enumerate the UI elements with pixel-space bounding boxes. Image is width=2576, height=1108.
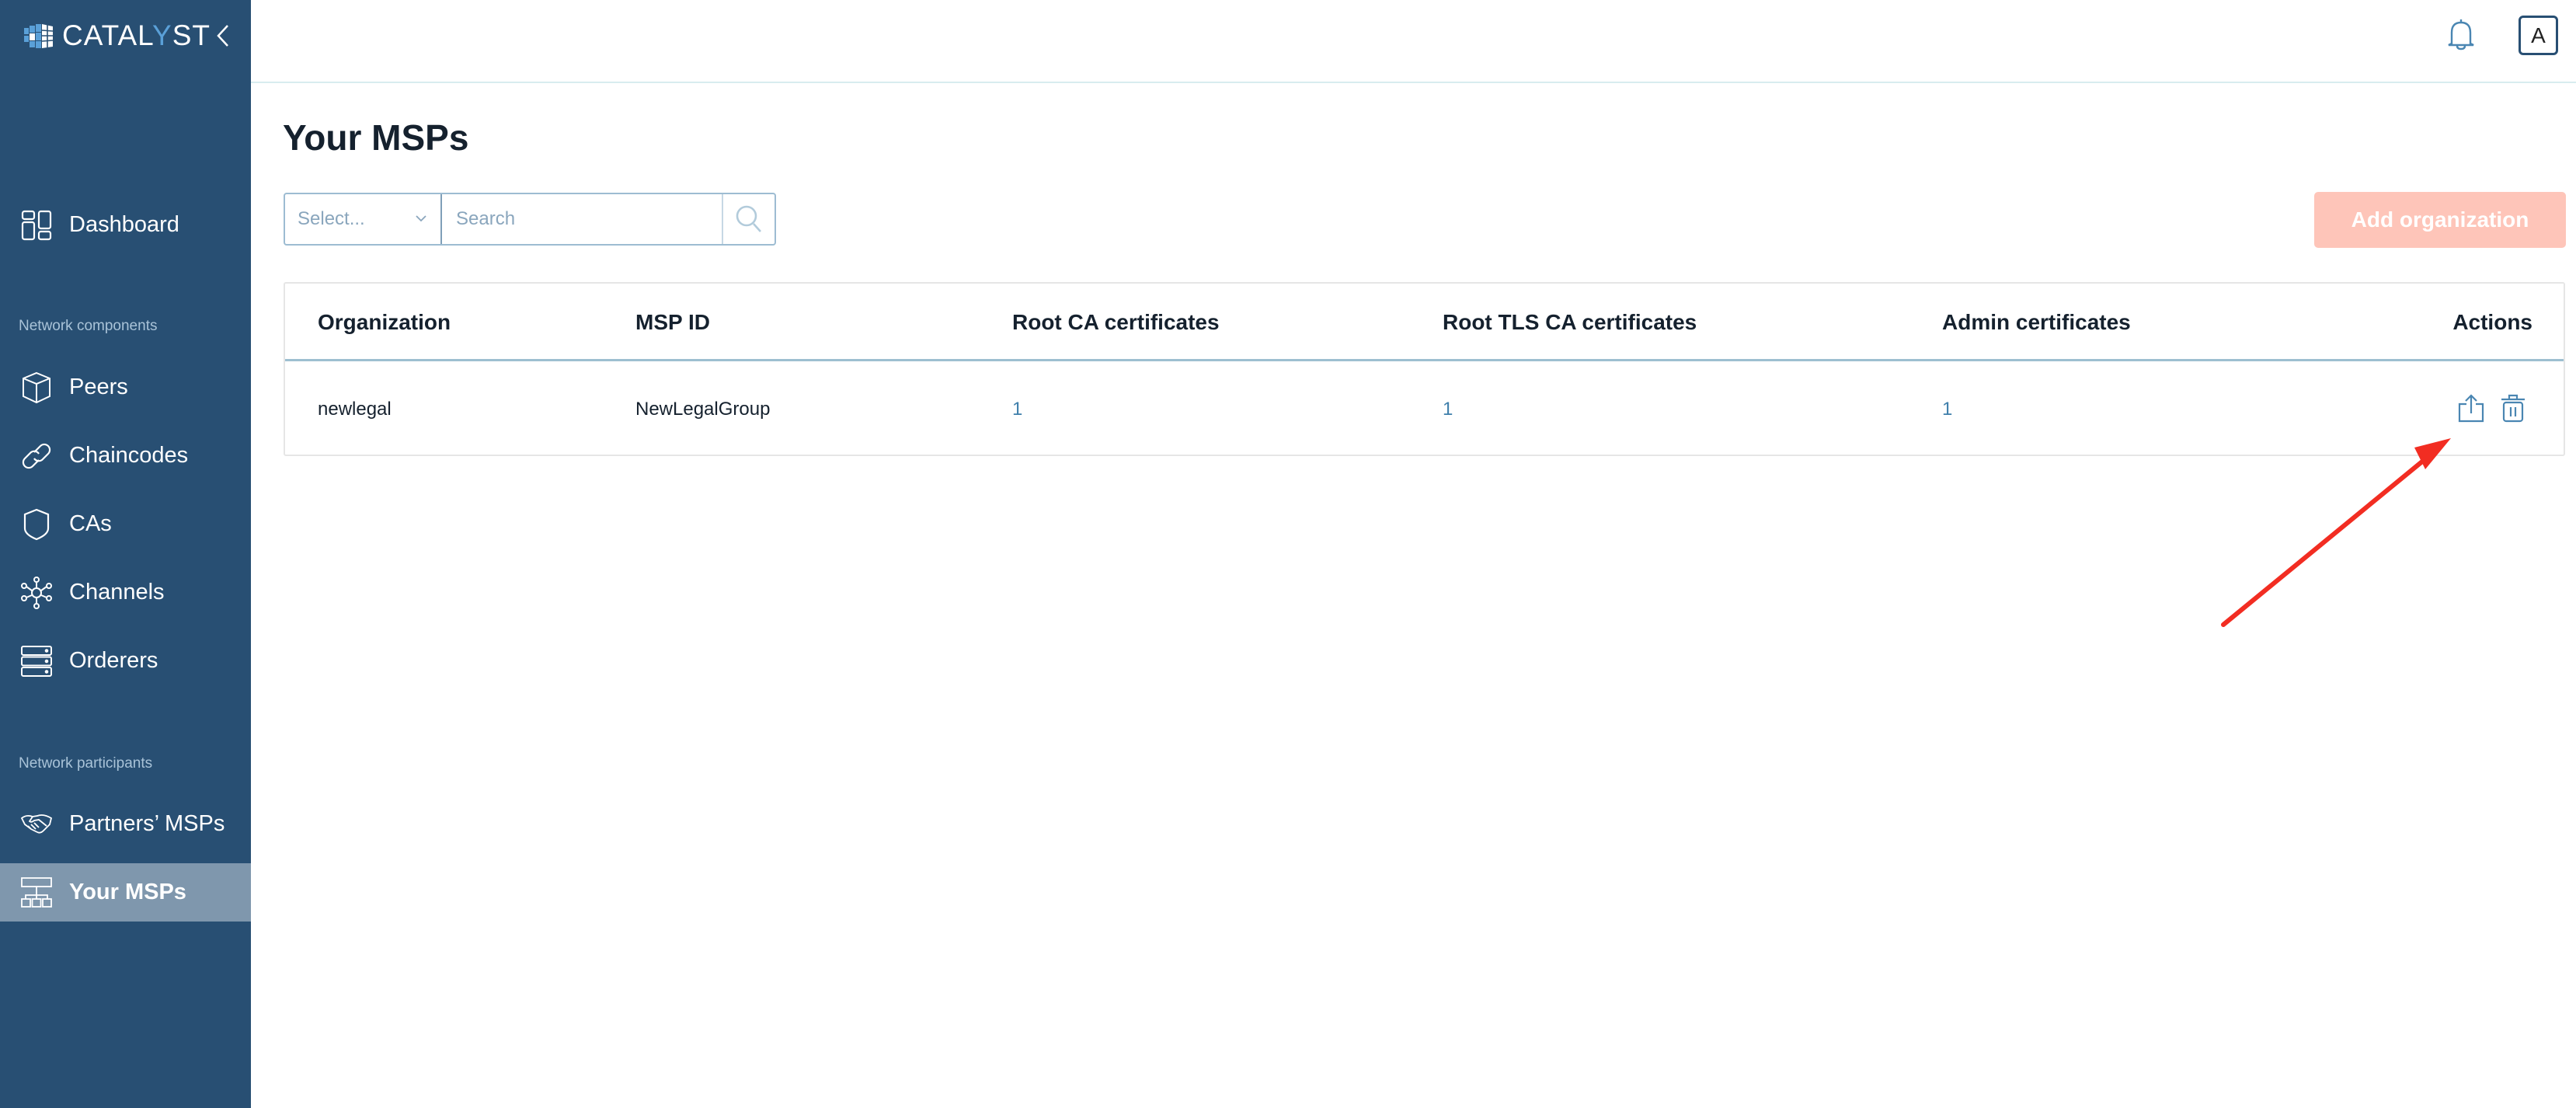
annotation-arrow-shaft <box>2221 459 2425 627</box>
search-input[interactable] <box>442 194 723 244</box>
server-stack-icon <box>20 645 53 678</box>
filter-bar: Select... <box>284 193 776 246</box>
cell-organization: newlegal <box>318 398 392 420</box>
handshake-icon <box>20 808 53 841</box>
filter-select[interactable]: Select... <box>285 194 442 244</box>
search-icon <box>736 205 761 232</box>
org-chart-icon <box>20 876 53 909</box>
delete-button[interactable] <box>2500 393 2528 423</box>
logo-cube-icon <box>24 24 54 48</box>
sidebar-item-cas[interactable]: CAs <box>0 495 251 553</box>
cell-root-ca-count[interactable]: 1 <box>1012 364 1022 455</box>
topbar <box>251 0 2576 83</box>
sidebar-item-peers[interactable]: Peers <box>0 358 251 416</box>
sidebar-item-channels[interactable]: Channels <box>0 563 251 622</box>
sidebar-item-label: Orderers <box>69 648 158 673</box>
cell-msp-id: NewLegalGroup <box>635 398 771 420</box>
shield-icon <box>20 508 53 541</box>
cell-root-tls-ca-count[interactable]: 1 <box>1443 364 1453 455</box>
section-network-components: Network components <box>19 318 158 334</box>
add-organization-button[interactable]: Add organization <box>2314 192 2566 248</box>
export-icon <box>2458 394 2484 423</box>
sidebar: CATALYST Dashboard Network components Pe… <box>0 0 251 1108</box>
sidebar-item-label: Your MSPs <box>69 880 186 904</box>
table-row[interactable]: newlegal NewLegalGroup 1 1 1 <box>285 364 2564 455</box>
sidebar-item-your-msps[interactable]: Your MSPs <box>0 863 251 922</box>
sidebar-item-label: Chaincodes <box>69 443 189 468</box>
table-header: Organization MSP ID Root CA certificates… <box>285 284 2564 361</box>
sidebar-item-partners-msps[interactable]: Partners’ MSPs <box>0 795 251 853</box>
notifications-button[interactable] <box>2445 17 2477 51</box>
cell-admin-count[interactable]: 1 <box>1942 364 1952 455</box>
sidebar-item-chaincodes[interactable]: Chaincodes <box>0 427 251 485</box>
search-button[interactable] <box>723 194 775 244</box>
chevron-down-icon <box>416 215 426 222</box>
link-icon <box>20 440 53 472</box>
msp-table: Organization MSP ID Root CA certificates… <box>284 282 2565 456</box>
column-header-root-tls-ca[interactable]: Root TLS CA certificates <box>1443 284 1697 361</box>
sidebar-item-dashboard[interactable]: Dashboard <box>0 196 251 254</box>
sidebar-item-label: Partners’ MSPs <box>69 811 225 836</box>
dashboard-icon <box>20 209 53 242</box>
sidebar-item-label: Channels <box>69 580 165 605</box>
trash-icon <box>2501 394 2525 423</box>
sidebar-item-orderers[interactable]: Orderers <box>0 632 251 690</box>
column-header-organization[interactable]: Organization <box>318 284 451 361</box>
network-hub-icon <box>20 576 53 609</box>
cube-icon <box>20 371 53 404</box>
catalyst-logo[interactable]: CATALYST <box>23 19 211 51</box>
column-header-msp-id[interactable]: MSP ID <box>635 284 710 361</box>
column-header-actions: Actions <box>2452 310 2532 334</box>
sidebar-item-label: CAs <box>69 511 112 536</box>
sidebar-item-label: Peers <box>69 375 128 399</box>
column-header-admin-certificates[interactable]: Admin certificates <box>1942 284 2131 361</box>
bell-icon <box>2448 19 2474 51</box>
chevron-left-icon <box>217 25 228 47</box>
page-title: Your MSPs <box>283 117 469 158</box>
user-avatar[interactable]: A <box>2519 16 2558 55</box>
export-button[interactable] <box>2457 393 2485 423</box>
collapse-sidebar-button[interactable] <box>211 20 235 51</box>
annotation-arrow <box>2221 438 2451 627</box>
sidebar-item-label: Dashboard <box>69 212 179 237</box>
column-header-root-ca[interactable]: Root CA certificates <box>1012 284 1220 361</box>
logo-text: CATALYST <box>62 19 211 51</box>
select-placeholder: Select... <box>298 208 365 229</box>
section-network-participants: Network participants <box>19 755 153 772</box>
